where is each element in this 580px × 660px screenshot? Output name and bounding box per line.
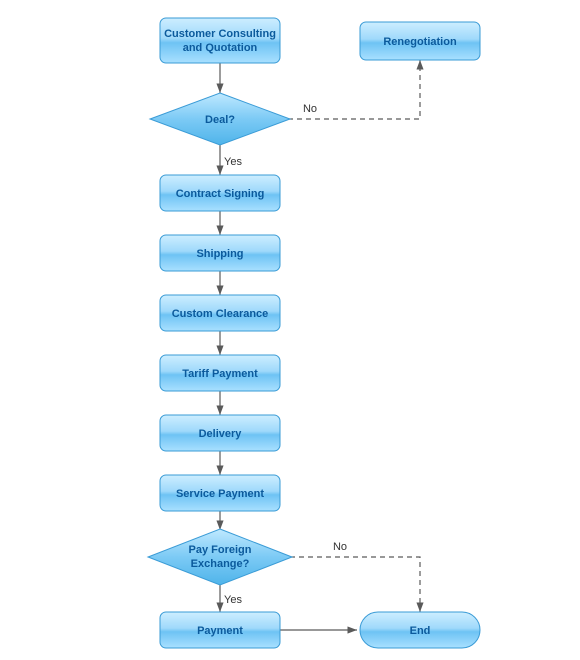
node-customer-consulting: Customer Consulting and Quotation (160, 18, 280, 63)
node-payfx-decision: Pay Foreign Exchange? (148, 529, 292, 585)
label-deal-yes: Yes (224, 156, 242, 168)
text-payfx-l2: Exchange? (191, 558, 250, 570)
node-tariff-payment: Tariff Payment (160, 355, 280, 391)
node-contract-signing: Contract Signing (160, 175, 280, 211)
text-end: End (410, 625, 431, 637)
text-payfx-l1: Pay Foreign (189, 544, 252, 556)
node-deal-decision: Deal? (150, 93, 290, 145)
node-renegotiation: Renegotiation (360, 22, 480, 60)
label-payfx-no: No (333, 541, 347, 553)
text-service: Service Payment (176, 488, 264, 500)
text-tariff: Tariff Payment (182, 368, 258, 380)
text-deal: Deal? (205, 114, 235, 126)
label-deal-no: No (303, 103, 317, 115)
text-contract: Contract Signing (176, 188, 265, 200)
node-end: End (360, 612, 480, 648)
text-renegotiation: Renegotiation (383, 36, 457, 48)
text-customer-consulting-l1: Customer Consulting (164, 28, 276, 40)
node-custom-clearance: Custom Clearance (160, 295, 280, 331)
text-delivery: Delivery (199, 428, 243, 440)
flowchart-canvas: Yes No Yes No Customer Consulting and Qu… (0, 0, 580, 660)
node-shipping: Shipping (160, 235, 280, 271)
label-payfx-yes: Yes (224, 594, 242, 606)
text-payment: Payment (197, 625, 243, 637)
edge-payfx-no (290, 557, 420, 612)
node-payment: Payment (160, 612, 280, 648)
text-shipping: Shipping (196, 248, 243, 260)
node-delivery: Delivery (160, 415, 280, 451)
text-customer-consulting-l2: and Quotation (183, 42, 258, 54)
node-service-payment: Service Payment (160, 475, 280, 511)
text-clearance: Custom Clearance (172, 308, 269, 320)
